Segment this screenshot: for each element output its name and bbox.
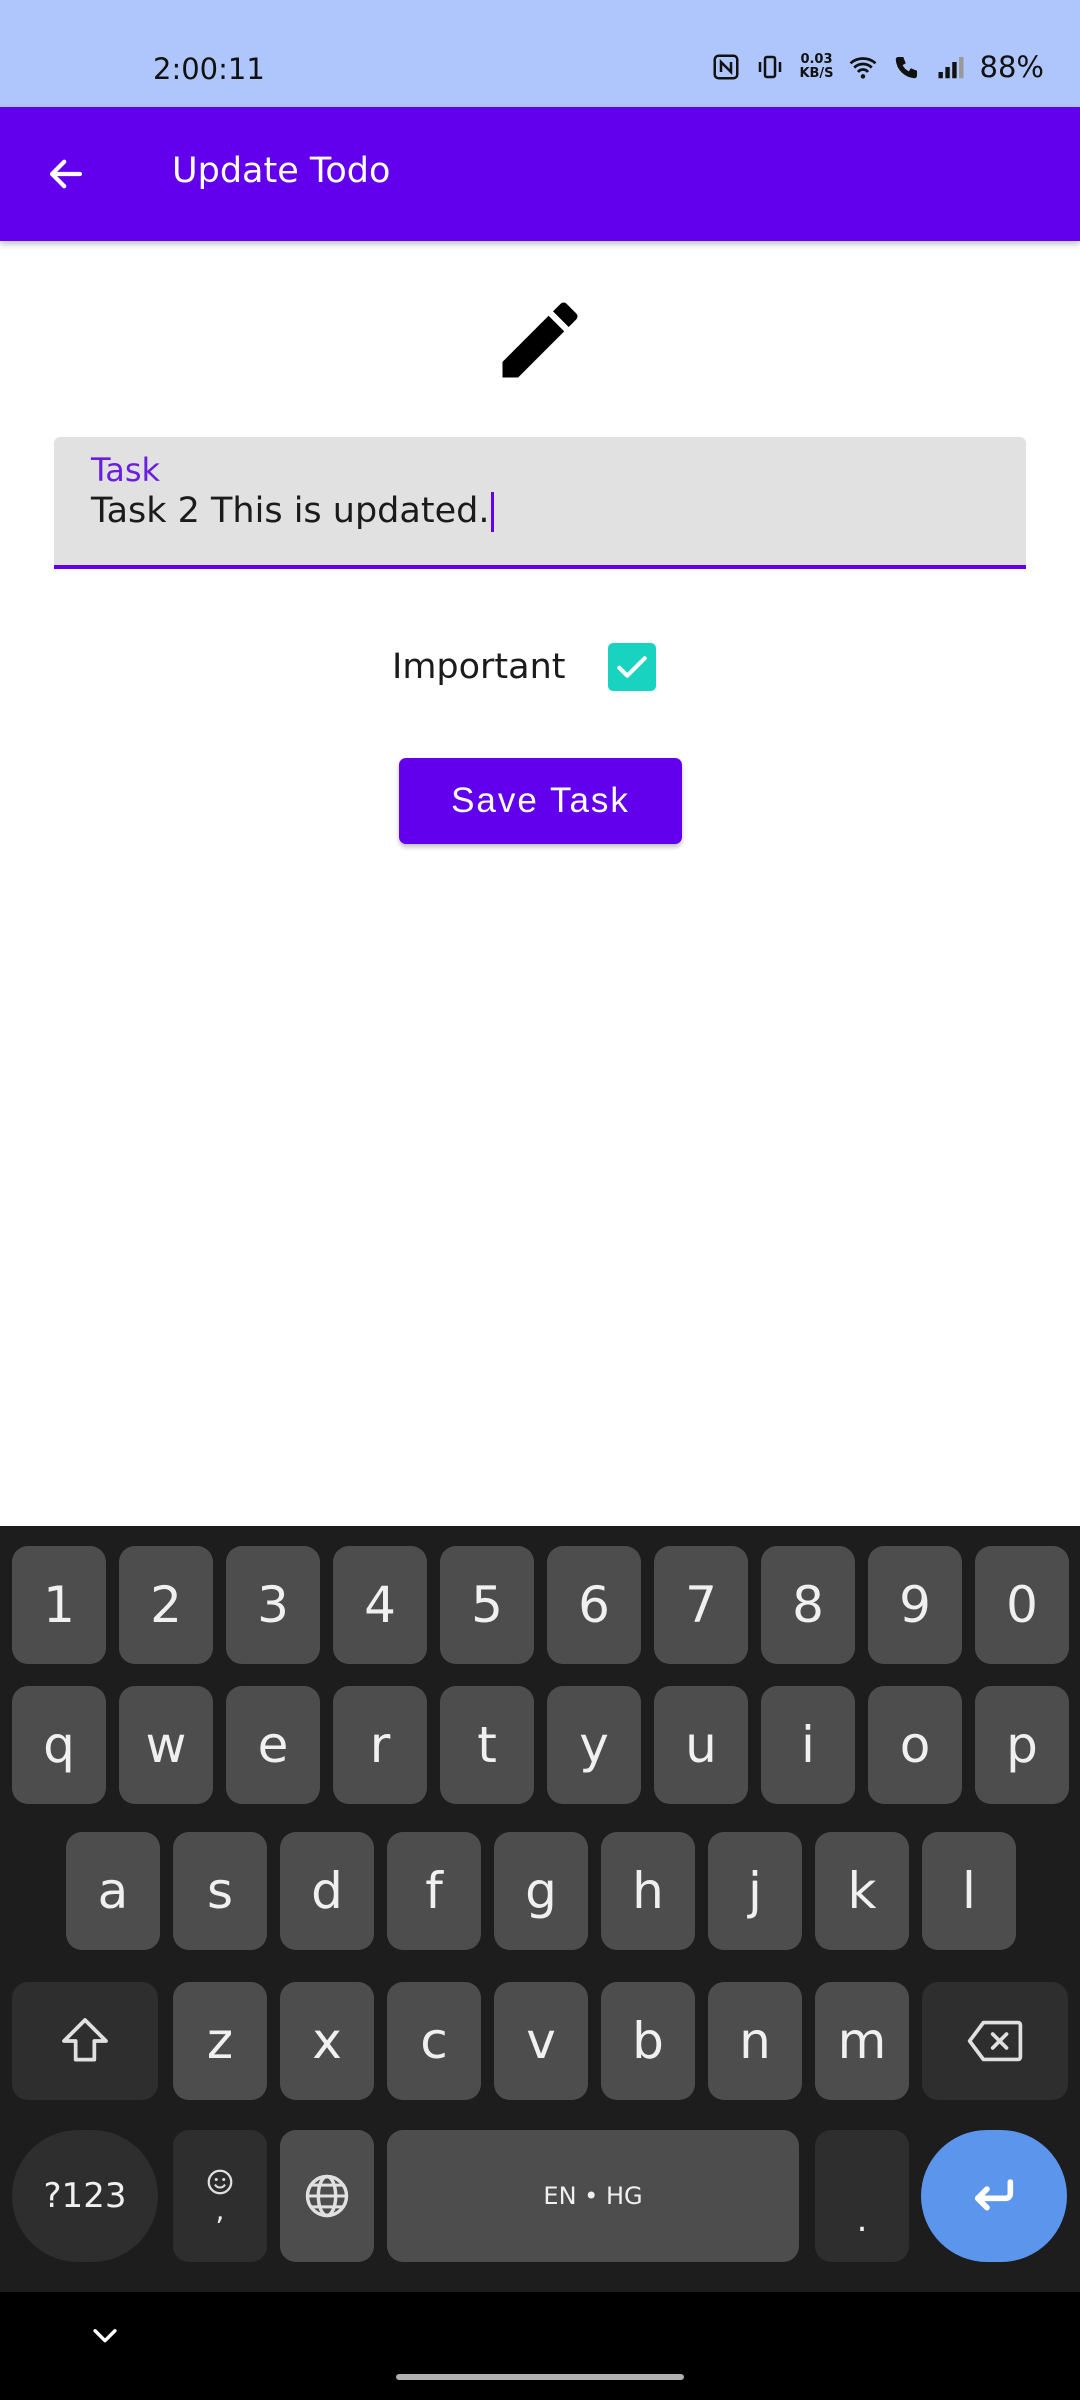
app-bar: Update Todo — [0, 107, 1080, 241]
nfc-icon — [713, 54, 739, 80]
task-field-label: Task — [91, 451, 161, 489]
key-f[interactable]: f — [387, 1832, 481, 1950]
enter-icon — [974, 2179, 1014, 2211]
battery-level: 88% — [979, 50, 1044, 84]
signal-icon — [938, 57, 964, 79]
key-i[interactable]: i — [761, 1686, 855, 1804]
enter-key[interactable] — [921, 2130, 1067, 2262]
status-time: 2:00:11 — [153, 52, 265, 86]
key-l[interactable]: l — [922, 1832, 1016, 1950]
key-n[interactable]: n — [708, 1982, 802, 2100]
key-1[interactable]: 1 — [12, 1546, 106, 1664]
save-task-button[interactable]: Save Task — [399, 758, 682, 844]
home-gesture-handle[interactable] — [396, 2374, 684, 2380]
key-d[interactable]: d — [280, 1832, 374, 1950]
period-key[interactable]: . — [815, 2130, 909, 2262]
key-g[interactable]: g — [494, 1832, 588, 1950]
key-e[interactable]: e — [226, 1686, 320, 1804]
wifi-icon — [849, 57, 876, 79]
key-a[interactable]: a — [66, 1832, 160, 1950]
key-h[interactable]: h — [601, 1832, 695, 1950]
status-bar: 2:00:11 0.03 KB/S 88% — [0, 0, 1080, 107]
key-m[interactable]: m — [815, 1982, 909, 2100]
key-5[interactable]: 5 — [440, 1546, 534, 1664]
key-4[interactable]: 4 — [333, 1546, 427, 1664]
key-x[interactable]: x — [280, 1982, 374, 2100]
shift-icon — [62, 2018, 108, 2062]
emoji-icon — [207, 2169, 233, 2195]
key-b[interactable]: b — [601, 1982, 695, 2100]
navigation-bar — [0, 2292, 1080, 2400]
key-7[interactable]: 7 — [654, 1546, 748, 1664]
key-k[interactable]: k — [815, 1832, 909, 1950]
key-v[interactable]: v — [494, 1982, 588, 2100]
shift-key[interactable] — [12, 1982, 158, 2100]
key-8[interactable]: 8 — [761, 1546, 855, 1664]
key-t[interactable]: t — [440, 1686, 534, 1804]
key-o[interactable]: o — [868, 1686, 962, 1804]
space-key[interactable]: EN • HG — [387, 2130, 799, 2262]
soft-keyboard: 1 2 3 4 5 6 7 8 9 0 q w e r t y u i o p … — [0, 1526, 1080, 2292]
key-9[interactable]: 9 — [868, 1546, 962, 1664]
important-label: Important — [392, 647, 566, 687]
key-6[interactable]: 6 — [547, 1546, 641, 1664]
checkmark-icon — [617, 656, 647, 678]
task-field-value[interactable]: Task 2 This is updated. — [91, 491, 495, 532]
key-0[interactable]: 0 — [975, 1546, 1069, 1664]
hide-keyboard-chevron-icon[interactable] — [88, 2318, 122, 2352]
key-q[interactable]: q — [12, 1686, 106, 1804]
key-z[interactable]: z — [173, 1982, 267, 2100]
key-r[interactable]: r — [333, 1686, 427, 1804]
backspace-icon — [967, 2020, 1023, 2062]
task-input[interactable]: Task Task 2 This is updated. — [54, 437, 1026, 569]
vibrate-icon — [759, 55, 782, 79]
key-p[interactable]: p — [975, 1686, 1069, 1804]
back-button[interactable] — [36, 144, 96, 204]
text-caret — [491, 492, 495, 532]
language-key[interactable] — [280, 2130, 374, 2262]
key-s[interactable]: s — [173, 1832, 267, 1950]
key-c[interactable]: c — [387, 1982, 481, 2100]
backspace-key[interactable] — [922, 1982, 1068, 2100]
wifi-calling-icon — [895, 57, 917, 79]
key-j[interactable]: j — [708, 1832, 802, 1950]
emoji-comma-key[interactable]: , — [173, 2130, 267, 2262]
symbols-key[interactable]: ?123 — [12, 2130, 158, 2262]
network-speed: 0.03 KB/S — [799, 52, 834, 81]
page-title: Update Todo — [172, 151, 391, 191]
key-w[interactable]: w — [119, 1686, 213, 1804]
key-2[interactable]: 2 — [119, 1546, 213, 1664]
key-3[interactable]: 3 — [226, 1546, 320, 1664]
arrow-back-icon — [49, 159, 83, 189]
important-checkbox[interactable] — [608, 643, 656, 691]
pencil-icon — [502, 302, 578, 378]
status-icons: 0.03 KB/S 88% — [711, 50, 1044, 84]
key-u[interactable]: u — [654, 1686, 748, 1804]
key-y[interactable]: y — [547, 1686, 641, 1804]
important-row: Important — [0, 635, 1080, 705]
globe-icon — [305, 2174, 349, 2218]
